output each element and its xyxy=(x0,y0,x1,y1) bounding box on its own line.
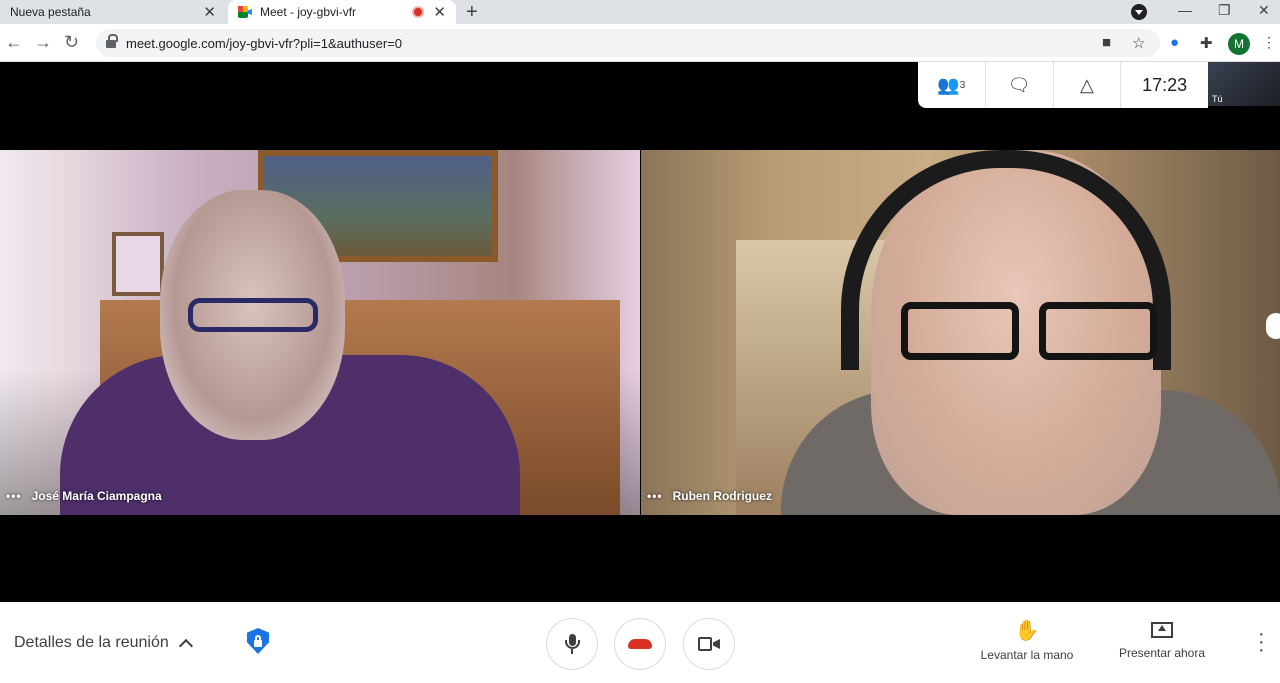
url-text: meet.google.com/joy-gbvi-vfr?pli=1&authu… xyxy=(126,35,403,51)
more-options-icon[interactable]: ••• xyxy=(647,489,663,503)
chevron-up-icon xyxy=(178,638,193,654)
close-tab-icon[interactable]: ✕ xyxy=(433,3,446,21)
mic-toggle-button[interactable] xyxy=(546,618,598,670)
participant-name-label: ••• Ruben Rodriguez xyxy=(647,489,772,503)
shield-icon[interactable] xyxy=(244,626,272,658)
address-bar[interactable]: meet.google.com/joy-gbvi-vfr?pli=1&authu… xyxy=(96,29,1160,57)
chat-button[interactable]: 🗨 xyxy=(986,62,1054,108)
clock-text: 17:23 xyxy=(1142,74,1188,95)
lock-icon[interactable] xyxy=(106,34,118,48)
meeting-details-label: Detalles de la reunión xyxy=(14,634,169,651)
forward-icon[interactable]: → xyxy=(34,32,52,52)
star-icon[interactable]: ☆ xyxy=(1132,34,1145,52)
extensions-icon[interactable]: ✚ xyxy=(1200,34,1213,52)
tab-nueva-pestana[interactable]: Nueva pestaña ✕ xyxy=(0,0,226,24)
restore-icon[interactable]: ❐ xyxy=(1218,2,1231,19)
chat-icon: 🗨 xyxy=(1007,74,1031,95)
self-view-tile[interactable]: Tú xyxy=(1208,62,1280,106)
background-picture-frame xyxy=(112,232,164,296)
speaking-indicator-icon xyxy=(1266,313,1280,339)
browser-tabstrip: Nueva pestaña ✕ Meet - joy-gbvi-vfr ✕ + … xyxy=(0,0,1280,24)
tab-search-icon[interactable] xyxy=(1131,4,1147,20)
participant-glasses xyxy=(188,298,318,332)
tab-meet[interactable]: Meet - joy-gbvi-vfr ✕ xyxy=(228,0,456,24)
menu-icon[interactable]: ⋮ xyxy=(1262,34,1276,51)
people-button[interactable]: 👥 3 xyxy=(918,62,986,108)
camera-icon xyxy=(698,637,720,651)
participant-glasses xyxy=(901,302,1161,362)
meeting-controls-bar: Detalles de la reunión ✋ Levantar la man… xyxy=(0,602,1280,683)
new-tab-button[interactable]: + xyxy=(466,1,478,24)
camera-blocked-icon[interactable]: ■ xyxy=(1102,34,1111,51)
mic-icon xyxy=(565,634,580,654)
participant-name: José María Ciampagna xyxy=(31,489,162,503)
close-tab-icon[interactable]: ✕ xyxy=(203,3,216,21)
raise-hand-button[interactable]: ✋ Levantar la mano xyxy=(972,620,1082,662)
meeting-details-button[interactable]: Detalles de la reunión xyxy=(14,634,193,654)
present-label: Presentar ahora xyxy=(1118,646,1206,660)
hangup-icon xyxy=(628,639,652,649)
recording-indicator-icon xyxy=(412,6,424,18)
tab-label: Meet - joy-gbvi-vfr xyxy=(260,5,357,19)
participant-name: Ruben Rodriguez xyxy=(672,489,772,503)
participant-tile[interactable]: ••• Ruben Rodriguez xyxy=(641,150,1280,515)
profile-avatar[interactable]: M xyxy=(1228,33,1250,55)
clock: 17:23 xyxy=(1121,62,1208,108)
mic-icon[interactable]: ● xyxy=(1170,34,1179,51)
participants-count: 3 xyxy=(959,79,966,91)
meeting-top-bar: 👥 3 🗨 △ 17:23 xyxy=(918,62,1208,108)
participant-tile[interactable]: ••• José María Ciampagna xyxy=(0,150,640,515)
present-icon xyxy=(1151,622,1173,638)
camera-toggle-button[interactable] xyxy=(683,618,735,670)
tab-label: Nueva pestaña xyxy=(10,5,91,19)
activities-icon: △ xyxy=(1079,74,1094,95)
minimize-icon[interactable]: — xyxy=(1178,2,1192,18)
more-options-icon[interactable]: ••• xyxy=(6,489,22,503)
participant-name-label: ••• José María Ciampagna xyxy=(6,489,162,503)
more-vert-icon[interactable]: · · · xyxy=(1258,624,1265,660)
back-icon[interactable]: ← xyxy=(5,32,23,52)
meet-logo-icon xyxy=(238,6,252,18)
present-now-button[interactable]: Presentar ahora xyxy=(1110,620,1214,660)
hand-icon: ✋ xyxy=(1014,620,1040,642)
close-window-icon[interactable]: ✕ xyxy=(1258,2,1270,19)
reload-icon[interactable]: ↻ xyxy=(64,32,79,52)
self-label: Tú xyxy=(1212,94,1223,104)
hangup-button[interactable] xyxy=(614,618,666,670)
activities-button[interactable]: △ xyxy=(1054,62,1122,108)
raise-hand-label: Levantar la mano xyxy=(980,648,1074,662)
people-icon: 👥 xyxy=(937,74,960,95)
browser-toolbar: ← → ↻ meet.google.com/joy-gbvi-vfr?pli=1… xyxy=(0,24,1280,62)
